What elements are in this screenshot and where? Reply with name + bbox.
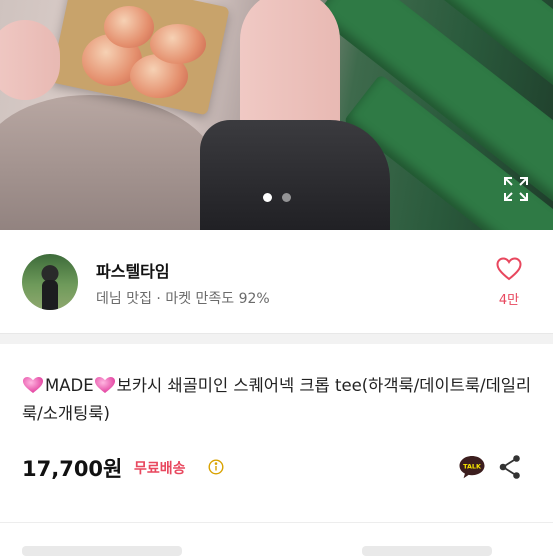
like-count: 4만 <box>498 293 520 308</box>
heart-icon[interactable] <box>496 257 522 281</box>
product-image-gallery[interactable] <box>0 0 553 230</box>
seller-name[interactable]: 파스텔타임 <box>96 258 170 282</box>
photo-lap <box>0 95 220 230</box>
section-divider <box>0 333 553 344</box>
gallery-dot[interactable] <box>281 193 291 202</box>
seller-subtitle: 데님 맛집 · 마켓 만족도 92% <box>96 291 270 307</box>
info-row-left-partial <box>22 546 182 556</box>
gallery-pagination <box>0 193 553 203</box>
svg-text:TALK: TALK <box>463 463 482 471</box>
pink-heart-icon <box>94 377 115 393</box>
product-title-made: MADE <box>45 376 94 395</box>
product-price: 17,700원 <box>22 457 123 481</box>
seller-section[interactable]: 파스텔타임 데님 맛집 · 마켓 만족도 92% 4만 <box>0 230 553 334</box>
section-divider <box>0 522 553 523</box>
info-row-right-partial <box>362 546 492 556</box>
expand-icon[interactable] <box>503 176 529 202</box>
info-icon[interactable] <box>208 459 224 475</box>
share-icon[interactable] <box>498 454 522 480</box>
gallery-dot-active[interactable] <box>262 193 272 202</box>
photo-peach <box>150 24 206 64</box>
pink-heart-icon <box>23 377 43 393</box>
photo-peach <box>104 6 154 48</box>
kakaotalk-icon[interactable]: TALK <box>458 454 486 480</box>
photo-sleeve <box>0 20 60 100</box>
product-title: MADE 보카시 쇄골미인 스퀘어넥 크롭 tee(하객룩/데이트룩/데일리룩/… <box>22 372 532 428</box>
info-row-partial <box>22 546 532 558</box>
avatar[interactable] <box>22 254 78 310</box>
photo-bag <box>200 120 390 230</box>
shipping-badge: 무료배송 <box>134 461 186 477</box>
